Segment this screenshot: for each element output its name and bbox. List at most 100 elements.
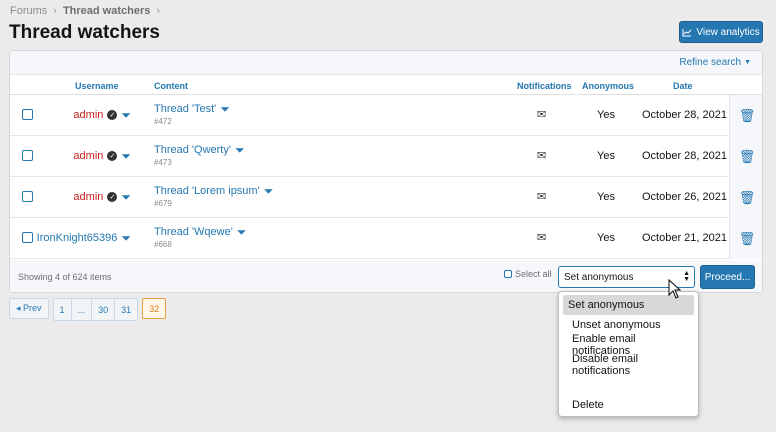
page-link-31[interactable]: 31 bbox=[115, 299, 138, 320]
anonymous-value: Yes bbox=[597, 150, 615, 162]
select-all-checkbox[interactable] bbox=[504, 270, 512, 278]
chart-line-icon bbox=[682, 28, 692, 36]
date-value: October 28, 2021 bbox=[642, 109, 728, 121]
prev-page-button[interactable]: ◂ Prev bbox=[9, 298, 49, 319]
filter-icon[interactable]: ⏷ bbox=[121, 150, 131, 162]
thread-id: #679 bbox=[154, 199, 172, 208]
content-cell: Thread 'Wqewe' ⏷ #668 bbox=[154, 226, 246, 249]
user-cell: admin ✓ ⏷ bbox=[73, 191, 131, 203]
trash-icon: 🗑 bbox=[738, 107, 756, 123]
thread-link[interactable]: Thread 'Lorem ipsum' bbox=[154, 185, 260, 197]
item-count: Showing 4 of 624 items bbox=[18, 272, 112, 282]
delete-button[interactable]: 🗑 bbox=[729, 218, 762, 259]
content-cell: Thread 'Lorem ipsum' ⏷ #679 bbox=[154, 185, 273, 208]
select-all[interactable]: Select all bbox=[504, 269, 552, 279]
anonymous-value: Yes bbox=[597, 109, 615, 121]
content-cell: Thread 'Qwerty' ⏷ #473 bbox=[154, 144, 245, 167]
email-icon: ✉ bbox=[537, 191, 547, 203]
table-row: admin ✓ ⏷ Thread 'Lorem ipsum' ⏷ #679 ✉ Y… bbox=[10, 177, 762, 218]
view-analytics-label: View analytics bbox=[696, 26, 760, 38]
filter-icon[interactable]: ⏷ bbox=[121, 109, 131, 121]
row-checkbox[interactable] bbox=[22, 191, 33, 202]
verified-badge-icon: ✓ bbox=[107, 110, 118, 120]
date-value: October 26, 2021 bbox=[642, 191, 728, 203]
filter-icon[interactable]: ⏷ bbox=[220, 103, 230, 115]
thread-id: #472 bbox=[154, 117, 172, 126]
table-row: admin ✓ ⏷ Thread 'Test' ⏷ #472 ✉ Yes Octo… bbox=[10, 95, 762, 136]
breadcrumb-forums[interactable]: Forums bbox=[10, 5, 47, 17]
filter-icon[interactable]: ⏷ bbox=[121, 232, 131, 244]
pagination: ◂ Prev 1 ... 30 31 32 bbox=[9, 298, 167, 321]
email-icon: ✉ bbox=[537, 109, 547, 121]
user-cell: admin ✓ ⏷ bbox=[73, 109, 131, 121]
row-checkbox[interactable] bbox=[22, 109, 33, 120]
content-cell: Thread 'Test' ⏷ #472 bbox=[154, 103, 230, 126]
column-anonymous[interactable]: Anonymous bbox=[582, 81, 634, 91]
table-header: Username Content Notifications Anonymous… bbox=[10, 75, 762, 95]
thread-link[interactable]: Thread 'Qwerty' bbox=[154, 144, 231, 156]
date-value: October 28, 2021 bbox=[642, 150, 728, 162]
page-ellipsis[interactable]: ... bbox=[71, 299, 93, 320]
trash-icon: 🗑 bbox=[738, 189, 756, 205]
delete-button[interactable]: 🗑 bbox=[729, 95, 762, 136]
email-icon: ✉ bbox=[537, 150, 547, 162]
breadcrumb: Forums › Thread watchers › bbox=[10, 5, 160, 17]
mouse-cursor-icon bbox=[668, 279, 682, 299]
filter-icon[interactable]: ⏷ bbox=[237, 226, 247, 238]
option-unset-anonymous[interactable]: Unset anonymous bbox=[563, 315, 694, 335]
username-link[interactable]: admin bbox=[73, 191, 103, 203]
watchers-panel: Refine search ▼ Username Content Notific… bbox=[9, 50, 763, 293]
table-row: IronKnight65396 ⏷ Thread 'Wqewe' ⏷ #668 ✉… bbox=[10, 218, 762, 259]
page-group: 1 ... 30 31 bbox=[52, 298, 139, 321]
filter-icon[interactable]: ⏷ bbox=[264, 185, 274, 197]
table-row: admin ✓ ⏷ Thread 'Qwerty' ⏷ #473 ✉ Yes Oc… bbox=[10, 136, 762, 177]
proceed-button[interactable]: Proceed... bbox=[700, 265, 755, 289]
filter-icon[interactable]: ⏷ bbox=[121, 191, 131, 203]
column-content[interactable]: Content bbox=[154, 81, 188, 91]
username-link[interactable]: admin bbox=[73, 109, 103, 121]
page-link-1[interactable]: 1 bbox=[53, 299, 72, 320]
email-icon: ✉ bbox=[537, 232, 547, 244]
row-checkbox[interactable] bbox=[22, 150, 33, 161]
trash-icon: 🗑 bbox=[738, 230, 756, 246]
select-all-label: Select all bbox=[515, 269, 552, 279]
date-value: October 21, 2021 bbox=[642, 232, 728, 244]
select-arrows-icon: ▲ ▼ bbox=[683, 270, 690, 283]
breadcrumb-separator: › bbox=[53, 5, 57, 17]
username-link[interactable]: IronKnight65396 bbox=[37, 232, 118, 244]
user-cell: admin ✓ ⏷ bbox=[73, 150, 131, 162]
delete-button[interactable]: 🗑 bbox=[729, 177, 762, 218]
action-select-value: Set anonymous bbox=[564, 271, 634, 283]
breadcrumb-thread-watchers[interactable]: Thread watchers bbox=[63, 5, 150, 17]
current-page: 32 bbox=[142, 298, 167, 319]
page-title: Thread watchers bbox=[9, 22, 160, 43]
column-notifications[interactable]: Notifications bbox=[517, 81, 572, 91]
thread-link[interactable]: Thread 'Test' bbox=[154, 103, 216, 115]
thread-link[interactable]: Thread 'Wqewe' bbox=[154, 226, 233, 238]
user-cell: IronKnight65396 ⏷ bbox=[37, 232, 131, 244]
option-enable-email[interactable]: Enable email notifications bbox=[563, 333, 694, 357]
verified-badge-icon: ✓ bbox=[107, 192, 118, 202]
column-username[interactable]: Username bbox=[75, 81, 119, 91]
row-checkbox[interactable] bbox=[22, 232, 33, 243]
option-delete[interactable]: Delete bbox=[563, 395, 694, 415]
thread-id: #473 bbox=[154, 158, 172, 167]
username-link[interactable]: admin bbox=[73, 150, 103, 162]
option-disable-email[interactable]: Disable email notifications bbox=[563, 353, 694, 377]
caret-down-icon: ▼ bbox=[744, 59, 751, 66]
refine-search-bar: Refine search ▼ bbox=[10, 51, 762, 75]
anonymous-value: Yes bbox=[597, 191, 615, 203]
delete-button[interactable]: 🗑 bbox=[729, 136, 762, 177]
thread-id: #668 bbox=[154, 240, 172, 249]
view-analytics-button[interactable]: View analytics bbox=[679, 21, 763, 43]
action-dropdown: Set anonymous Unset anonymous Enable ema… bbox=[558, 291, 699, 417]
refine-search-link[interactable]: Refine search bbox=[679, 57, 741, 68]
trash-icon: 🗑 bbox=[738, 148, 756, 164]
option-separator bbox=[559, 375, 698, 395]
page-link-30[interactable]: 30 bbox=[92, 299, 116, 320]
verified-badge-icon: ✓ bbox=[107, 151, 118, 161]
breadcrumb-separator: › bbox=[156, 5, 161, 17]
column-date[interactable]: Date bbox=[673, 81, 693, 91]
filter-icon[interactable]: ⏷ bbox=[235, 144, 245, 156]
anonymous-value: Yes bbox=[597, 232, 615, 244]
